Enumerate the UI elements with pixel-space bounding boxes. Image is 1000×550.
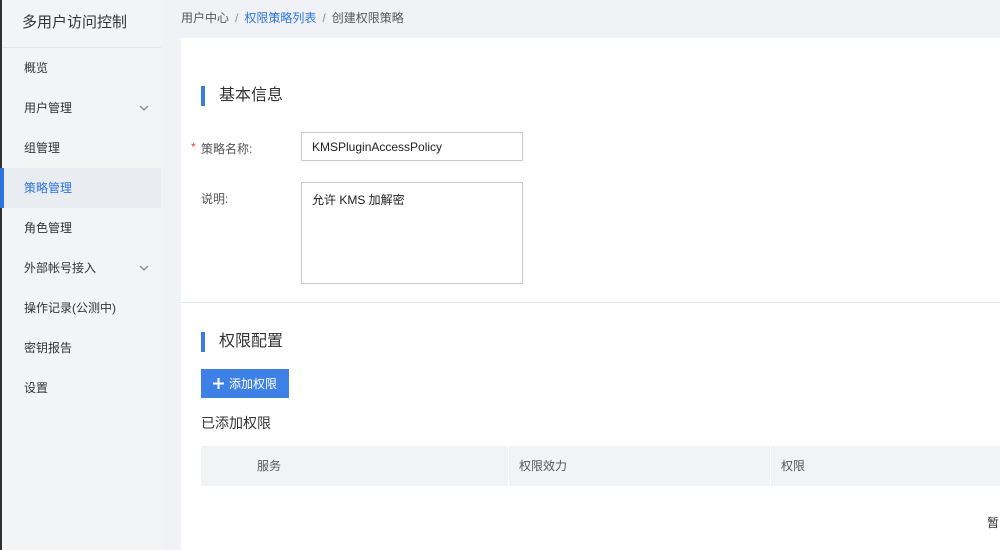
breadcrumb-home[interactable]: 用户中心 [181, 11, 229, 25]
permissions-title: 权限配置 [201, 332, 283, 352]
sidebar-item-users[interactable]: 用户管理 [2, 88, 161, 128]
section-divider [181, 302, 1000, 303]
sidebar-item-roles[interactable]: 角色管理 [2, 208, 161, 248]
empty-table-text: 暂 [987, 516, 1000, 530]
sidebar-item-label: 密钥报告 [24, 341, 73, 355]
plus-icon [212, 378, 224, 389]
breadcrumb-policy-list[interactable]: 权限策略列表 [244, 11, 316, 25]
column-header-effect: 权限效力 [509, 446, 771, 486]
sidebar-menu: 概览 用户管理 组管理 策略管理 角色管理 外部帐号接入 操作记录(公测中) 密… [0, 48, 161, 408]
sidebar-item-key-report[interactable]: 密钥报告 [2, 328, 161, 368]
column-header-permission: 权限 [781, 459, 806, 473]
added-permissions-title: 已添加权限 [201, 415, 271, 431]
chevron-down-icon [139, 265, 149, 271]
sidebar-item-overview[interactable]: 概览 [2, 48, 161, 88]
sidebar-item-label: 外部帐号接入 [24, 261, 97, 275]
sidebar-item-label: 设置 [24, 381, 49, 395]
sidebar-item-label: 角色管理 [24, 221, 73, 235]
sidebar-item-label: 操作记录(公测中) [24, 301, 116, 315]
add-permission-button[interactable]: 添加权限 [201, 369, 289, 398]
chevron-down-icon [139, 105, 149, 111]
column-header-service: 服务 [201, 446, 509, 486]
policy-name-label: * 策略名称: [191, 140, 253, 157]
sidebar-item-settings[interactable]: 设置 [2, 368, 161, 408]
description-label: 说明: [201, 192, 229, 206]
required-mark: * [191, 140, 196, 154]
sidebar-item-external-accounts[interactable]: 外部帐号接入 [2, 248, 161, 288]
policy-name-label-text: 策略名称: [201, 142, 253, 156]
sidebar-item-policies[interactable]: 策略管理 [0, 168, 161, 208]
breadcrumb-current: 创建权限策略 [331, 11, 404, 25]
breadcrumb-separator: / [322, 11, 326, 25]
sidebar-item-label: 策略管理 [24, 181, 73, 195]
add-permission-label: 添加权限 [228, 377, 277, 391]
sidebar: 多用户访问控制 概览 用户管理 组管理 策略管理 角色管理 外部帐号接入 操作记… [0, 0, 161, 550]
sidebar-item-groups[interactable]: 组管理 [2, 128, 161, 168]
main-content: 基本信息 * 策略名称: 说明: 允许 KMS 加解密 权限配置 添加权限 已添… [181, 38, 1000, 550]
basic-info-title: 基本信息 [201, 86, 283, 106]
description-textarea[interactable]: 允许 KMS 加解密 [301, 182, 523, 284]
breadcrumb: 用户中心 / 权限策略列表 / 创建权限策略 [161, 0, 1000, 38]
sidebar-item-operation-logs[interactable]: 操作记录(公测中) [2, 288, 161, 328]
sidebar-item-label: 用户管理 [24, 101, 73, 115]
permissions-table-header: 服务 权限效力 权限 [201, 446, 1000, 486]
sidebar-title: 多用户访问控制 [2, 0, 161, 48]
sidebar-item-label: 概览 [24, 61, 49, 75]
policy-name-input[interactable] [301, 132, 523, 161]
breadcrumb-separator: / [235, 11, 239, 25]
sidebar-item-label: 组管理 [24, 141, 61, 155]
